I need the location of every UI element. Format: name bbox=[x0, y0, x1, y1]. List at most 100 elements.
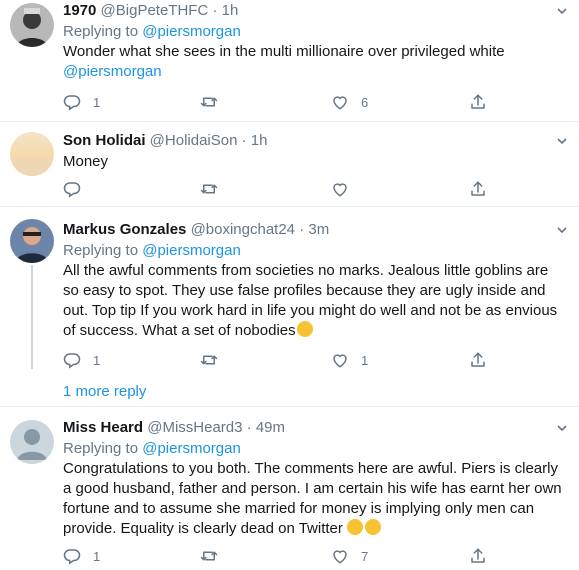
display-name[interactable]: 1970 bbox=[63, 2, 96, 19]
tweet-actions: 1 1 bbox=[63, 350, 503, 370]
avatar[interactable] bbox=[10, 3, 54, 47]
retweet-icon bbox=[200, 547, 218, 565]
heart-icon bbox=[331, 180, 349, 198]
avatar-photo-icon bbox=[10, 219, 54, 263]
default-avatar-icon bbox=[10, 420, 54, 464]
rolling-eyes-emoji-icon bbox=[347, 519, 364, 535]
mention-link[interactable]: @piersmorgan bbox=[142, 23, 241, 40]
tweet-header: Son Holidai @HolidaiSon · 1h bbox=[63, 130, 567, 152]
retweet-icon bbox=[200, 351, 218, 369]
reply-button[interactable] bbox=[63, 179, 93, 199]
reply-button[interactable]: 1 bbox=[63, 92, 100, 112]
avatar[interactable] bbox=[10, 219, 54, 263]
retweet-icon bbox=[200, 180, 218, 198]
thread-line bbox=[31, 265, 33, 369]
share-button[interactable] bbox=[469, 546, 487, 566]
reply-button[interactable]: 1 bbox=[63, 350, 100, 370]
like-count: 7 bbox=[361, 548, 369, 564]
tweet-header: Markus Gonzales @boxingchat24 · 3m bbox=[63, 219, 567, 241]
tweet-header: 1970 @BigPeteTHFC · 1h bbox=[63, 0, 567, 22]
separator: · bbox=[212, 2, 218, 19]
share-button[interactable] bbox=[469, 179, 487, 199]
user-handle[interactable]: @HolidaiSon bbox=[150, 132, 238, 149]
replying-prefix: Replying to bbox=[63, 23, 143, 40]
like-button[interactable]: 7 bbox=[331, 546, 368, 566]
separator: · bbox=[241, 132, 247, 149]
chevron-down-icon[interactable] bbox=[557, 423, 567, 433]
tweet-text: Money bbox=[63, 153, 109, 170]
share-icon bbox=[469, 180, 487, 198]
heart-icon bbox=[331, 93, 349, 111]
reply-button[interactable]: 1 bbox=[63, 546, 100, 566]
timestamp[interactable]: 1h bbox=[222, 2, 239, 19]
tweet-text: Congratulations to you both. The comment… bbox=[63, 459, 567, 539]
reply-icon bbox=[63, 547, 81, 565]
avatar-photo-icon bbox=[10, 132, 54, 176]
like-count: 1 bbox=[361, 352, 369, 368]
display-name[interactable]: Son Holidai bbox=[63, 132, 146, 149]
retweet-button[interactable] bbox=[200, 350, 230, 370]
tweet-header: Miss Heard @MissHeard3 · 49m bbox=[63, 417, 567, 439]
avatar[interactable] bbox=[10, 420, 54, 464]
replying-to: Replying to @piersmorgan bbox=[63, 241, 567, 261]
rolling-eyes-emoji-icon bbox=[365, 519, 382, 535]
like-count: 6 bbox=[361, 94, 369, 110]
tweet-actions: 1 6 bbox=[63, 92, 503, 112]
user-handle[interactable]: @MissHeard3 bbox=[147, 419, 242, 436]
like-button[interactable]: 1 bbox=[331, 350, 368, 370]
reply-icon bbox=[63, 351, 81, 369]
mention-link[interactable]: @piersmorgan bbox=[63, 63, 162, 80]
tweet[interactable]: Son Holidai @HolidaiSon · 1h Money bbox=[0, 122, 579, 207]
show-more-replies-link[interactable]: 1 more reply bbox=[63, 383, 146, 400]
tweet-actions: 1 7 bbox=[63, 546, 503, 566]
tweet-text-body: Wonder what she sees in the multi millio… bbox=[63, 43, 505, 60]
replying-to: Replying to @piersmorgan bbox=[63, 439, 567, 459]
chevron-down-icon[interactable] bbox=[557, 136, 567, 146]
reply-count: 1 bbox=[93, 94, 101, 110]
tweet-actions bbox=[63, 179, 503, 199]
share-icon bbox=[469, 93, 487, 111]
reply-icon bbox=[63, 180, 81, 198]
chevron-down-icon[interactable] bbox=[557, 225, 567, 235]
retweet-button[interactable] bbox=[200, 92, 230, 112]
avatar-photo-icon bbox=[10, 3, 54, 47]
replying-prefix: Replying to bbox=[63, 440, 143, 457]
display-name[interactable]: Miss Heard bbox=[63, 419, 143, 436]
share-icon bbox=[469, 547, 487, 565]
tweet[interactable]: Markus Gonzales @boxingchat24 · 3m Reply… bbox=[0, 207, 579, 373]
replying-to: Replying to @piersmorgan bbox=[63, 22, 567, 42]
share-icon bbox=[469, 351, 487, 369]
user-handle[interactable]: @BigPeteTHFC bbox=[101, 2, 209, 19]
retweet-icon bbox=[200, 93, 218, 111]
tweet[interactable]: 1970 @BigPeteTHFC · 1h Replying to @pier… bbox=[0, 0, 579, 122]
reply-icon bbox=[63, 93, 81, 111]
chevron-down-icon[interactable] bbox=[557, 6, 567, 16]
reply-count: 1 bbox=[93, 352, 101, 368]
display-name[interactable]: Markus Gonzales bbox=[63, 221, 186, 238]
more-replies-row[interactable]: 1 more reply bbox=[0, 373, 579, 407]
separator: · bbox=[246, 419, 252, 436]
retweet-button[interactable] bbox=[200, 179, 230, 199]
heart-icon bbox=[331, 547, 349, 565]
share-button[interactable] bbox=[469, 350, 487, 370]
like-button[interactable]: 6 bbox=[331, 92, 368, 112]
rofl-emoji-icon bbox=[296, 321, 313, 337]
user-handle[interactable]: @boxingchat24 bbox=[191, 221, 295, 238]
tweet-text: All the awful comments from societies no… bbox=[63, 261, 567, 341]
timestamp[interactable]: 3m bbox=[308, 221, 329, 238]
heart-icon bbox=[331, 351, 349, 369]
mention-link[interactable]: @piersmorgan bbox=[142, 440, 241, 457]
tweet-text-body: Congratulations to you both. The comment… bbox=[63, 460, 562, 537]
share-button[interactable] bbox=[469, 92, 487, 112]
mention-link[interactable]: @piersmorgan bbox=[142, 242, 241, 259]
retweet-button[interactable] bbox=[200, 546, 230, 566]
avatar[interactable] bbox=[10, 132, 54, 176]
timestamp[interactable]: 49m bbox=[256, 419, 285, 436]
like-button[interactable] bbox=[331, 179, 361, 199]
tweet-text: Wonder what she sees in the multi millio… bbox=[63, 42, 567, 82]
tweet[interactable]: Miss Heard @MissHeard3 · 49m Replying to… bbox=[0, 407, 579, 570]
timestamp[interactable]: 1h bbox=[251, 132, 268, 149]
reply-count: 1 bbox=[93, 548, 101, 564]
separator: · bbox=[299, 221, 305, 238]
replying-prefix: Replying to bbox=[63, 242, 143, 259]
